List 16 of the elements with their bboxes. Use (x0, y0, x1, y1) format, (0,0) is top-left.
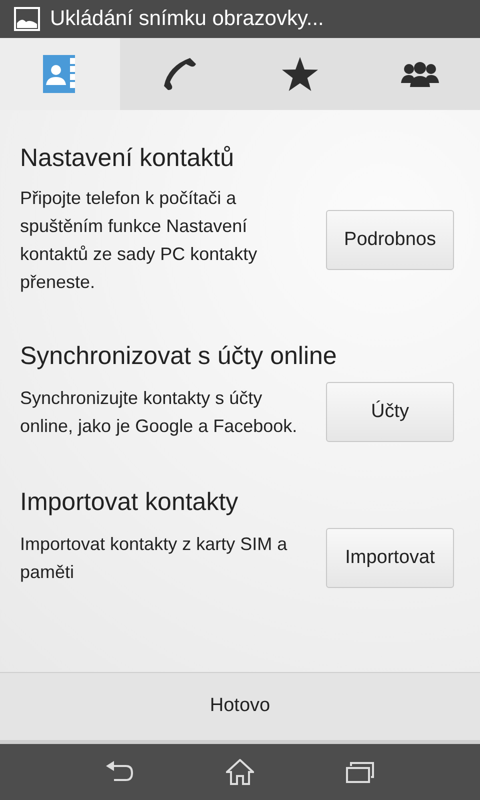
action-button[interactable]: Účty (326, 382, 454, 442)
section-title: Synchronizovat s účty online (20, 341, 338, 372)
notification-text: Ukládání snímku obrazovky... (50, 6, 324, 32)
action-button[interactable]: Importovat (326, 528, 454, 588)
phone-icon (162, 56, 198, 92)
group-icon (401, 61, 439, 87)
section-description: Synchronizujte kontakty s účty online, jako je Google a Facebook. (20, 387, 298, 438)
section-title: Importovat kontakty (20, 487, 240, 518)
done-button[interactable]: Hotovo (0, 672, 480, 744)
image-icon (14, 7, 40, 31)
section-title: Nastavení kontaktů (20, 143, 236, 174)
action-button[interactable]: Podrobnos (326, 210, 454, 270)
star-icon (282, 57, 318, 91)
section-description: Připojte telefon k počítači a spuštěním funkce Nastavení kontaktů ze sady PC kontakty přeneste. (20, 187, 258, 294)
section-description: Importovat kontakty z karty SIM a paměti (20, 533, 288, 584)
contacts-book-icon (43, 55, 77, 93)
